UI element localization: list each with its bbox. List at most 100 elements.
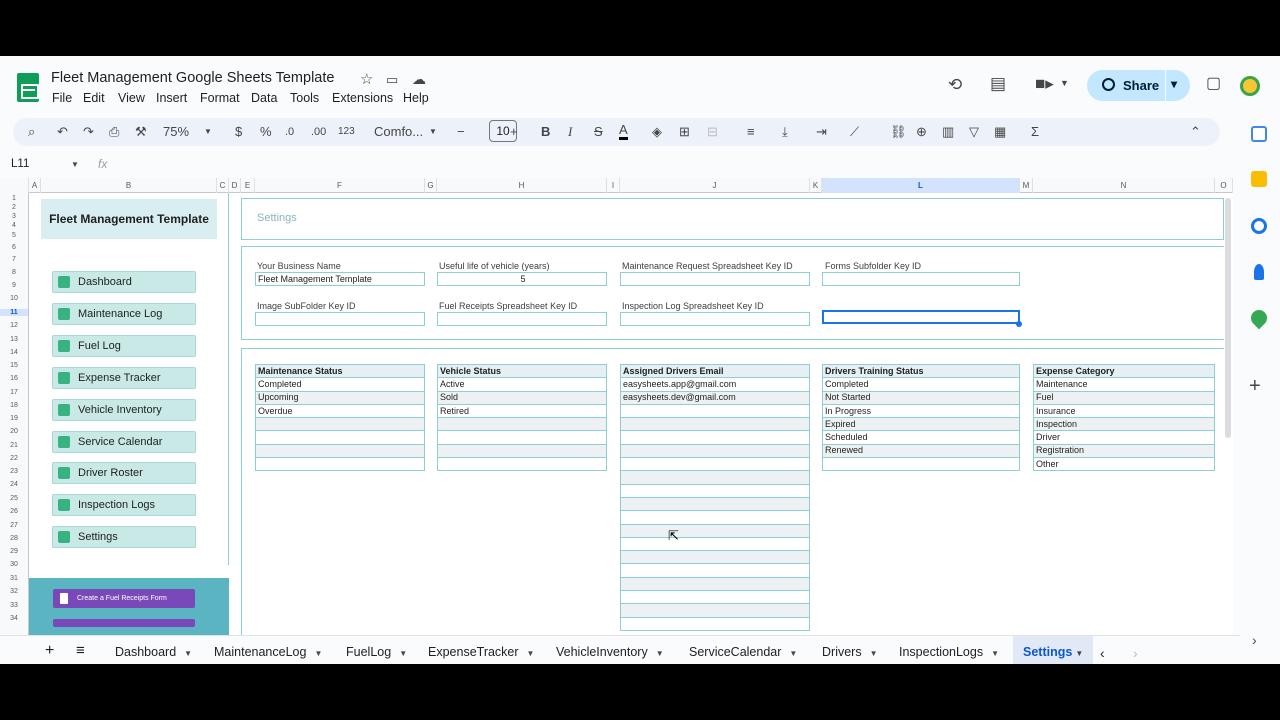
tab-menu-chevron-icon[interactable]: ▼ [656, 649, 664, 658]
row-header[interactable]: 15 [0, 362, 28, 369]
chevron-down-icon[interactable]: ▼ [1060, 79, 1069, 88]
table-cell[interactable]: Scheduled [822, 430, 1020, 445]
row-header[interactable]: 10 [0, 295, 28, 302]
row-header[interactable]: 3 [0, 213, 28, 220]
row-header[interactable]: 33 [0, 602, 28, 609]
row-header[interactable]: 28 [0, 535, 28, 542]
table-cell[interactable]: Driver [1033, 430, 1215, 445]
tab-expensetracker[interactable]: ExpenseTracker ▼ [428, 645, 534, 659]
insert-chart-icon[interactable]: ▥ [942, 123, 954, 141]
vertical-align-icon[interactable]: ⤓ [782, 123, 788, 141]
column-header[interactable]: D [229, 178, 241, 193]
column-header[interactable]: B [41, 178, 217, 193]
percent-format-button[interactable]: % [260, 123, 272, 141]
functions-icon[interactable]: Σ [1031, 123, 1039, 141]
row-header[interactable]: 31 [0, 575, 28, 582]
menu-file[interactable]: File [52, 91, 72, 105]
row-header[interactable]: 17 [0, 389, 28, 396]
column-header[interactable]: L [822, 178, 1020, 193]
table-cell[interactable] [255, 443, 425, 459]
tab-menu-chevron-icon[interactable]: ▼ [527, 649, 535, 658]
row-header[interactable]: 5 [0, 232, 28, 239]
menu-data[interactable]: Data [251, 91, 277, 105]
table-cell[interactable]: Expired [822, 417, 1020, 432]
tab-dashboard[interactable]: Dashboard ▼ [115, 645, 192, 659]
row-header[interactable]: 6 [0, 244, 28, 251]
table-cell[interactable] [437, 430, 607, 445]
version-history-icon[interactable]: ⟲ [948, 76, 962, 93]
table-cell[interactable] [620, 443, 810, 459]
row-header[interactable]: 8 [0, 269, 28, 276]
hide-menus-icon[interactable]: ▢ [1206, 76, 1221, 92]
name-box[interactable]: L11 [11, 158, 29, 170]
table-cell[interactable] [620, 536, 810, 552]
row-header[interactable]: 16 [0, 375, 28, 382]
get-add-ons-icon[interactable]: + [1249, 375, 1261, 398]
table-cell[interactable] [437, 457, 607, 472]
tab-inspectionlogs[interactable]: InspectionLogs ▼ [899, 645, 999, 659]
fill-color-icon[interactable]: ◈ [652, 123, 662, 141]
sheets-logo-icon[interactable] [17, 73, 39, 102]
tab-vehicleinventory[interactable]: VehicleInventory ▼ [556, 645, 664, 659]
formula-input[interactable] [120, 153, 1230, 173]
tab-drivers[interactable]: Drivers ▼ [822, 645, 878, 659]
table-cell[interactable] [620, 403, 810, 419]
table-cell[interactable]: Maintenance [1033, 377, 1215, 392]
menu-help[interactable]: Help [403, 91, 429, 105]
tab-menu-chevron-icon[interactable]: ▼ [870, 649, 878, 658]
table-cell[interactable]: Fuel [1033, 390, 1215, 405]
table-cell[interactable]: Retired [437, 403, 607, 419]
row-header[interactable]: 9 [0, 282, 28, 289]
tab-menu-chevron-icon[interactable]: ▼ [399, 649, 407, 658]
column-header[interactable]: F [255, 178, 425, 193]
star-icon[interactable]: ☆ [360, 72, 373, 87]
menu-tools[interactable]: Tools [290, 91, 319, 105]
italic-button[interactable]: I [568, 123, 572, 141]
decrease-decimal-button[interactable]: .0 [285, 123, 294, 141]
row-header[interactable]: 29 [0, 548, 28, 555]
tab-fuellog[interactable]: FuelLog ▼ [346, 645, 407, 659]
table-header[interactable]: Expense Category [1033, 363, 1215, 379]
menu-insert[interactable]: Insert [156, 91, 187, 105]
column-header[interactable]: M [1020, 178, 1033, 193]
select-all-corner[interactable] [0, 178, 29, 193]
table-cell[interactable]: Upcoming [255, 390, 425, 405]
menu-edit[interactable]: Edit [83, 91, 105, 105]
comments-icon[interactable]: ▤ [990, 75, 1006, 92]
insert-link-icon[interactable]: ⛓ [890, 123, 907, 141]
row-header[interactable]: 1 [0, 195, 28, 202]
form-button-partial[interactable] [53, 619, 195, 627]
business-name-input[interactable]: Fleet Management Template [255, 272, 425, 286]
decrease-font-size-icon[interactable]: − [457, 123, 465, 141]
row-header[interactable]: 24 [0, 481, 28, 488]
bold-button[interactable]: B [541, 123, 550, 141]
column-header[interactable]: H [437, 178, 607, 193]
table-cell[interactable] [620, 470, 810, 485]
row-header[interactable]: 19 [0, 415, 28, 422]
fuel-receipts-key-input[interactable] [437, 312, 607, 326]
tab-menu-chevron-icon[interactable]: ▼ [1075, 649, 1083, 658]
table-cell[interactable]: Completed [822, 377, 1020, 392]
all-sheets-icon[interactable]: ≡ [76, 642, 85, 659]
table-cell[interactable]: Renewed [822, 443, 1020, 459]
table-cell[interactable]: Other [1033, 457, 1215, 472]
table-cell[interactable] [620, 550, 810, 565]
table-cell[interactable]: Not Started [822, 390, 1020, 405]
tab-menu-chevron-icon[interactable]: ▼ [314, 649, 322, 658]
meet-icon[interactable]: ■▸ [1035, 75, 1054, 92]
table-cell[interactable] [822, 457, 1020, 472]
table-cell[interactable]: easysheets.dev@gmail.com [620, 390, 810, 405]
row-header[interactable]: 32 [0, 588, 28, 595]
filter-icon[interactable]: ▽ [969, 123, 979, 141]
row-header[interactable]: 13 [0, 336, 28, 343]
table-cell[interactable] [255, 430, 425, 445]
sheet-grid[interactable]: A B C D E F G H I J K L M N O 1234567891… [0, 178, 1233, 664]
table-cell[interactable] [620, 616, 810, 631]
table-cell[interactable] [620, 563, 810, 578]
row-header[interactable]: 18 [0, 402, 28, 409]
row-header[interactable]: 21 [0, 442, 28, 449]
table-cell[interactable]: Sold [437, 390, 607, 405]
avatar[interactable] [1240, 76, 1260, 96]
document-title[interactable]: Fleet Management Google Sheets Template [51, 70, 334, 86]
table-cell[interactable]: Registration [1033, 443, 1215, 459]
